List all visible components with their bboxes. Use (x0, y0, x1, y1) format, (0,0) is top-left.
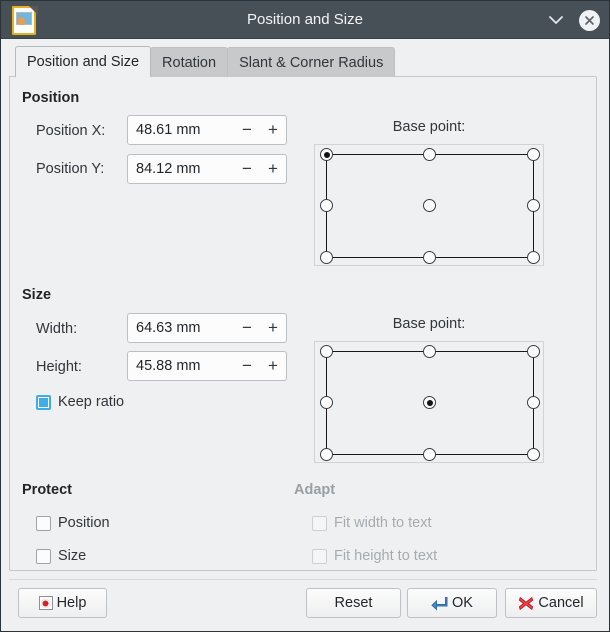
adapt-group-label: Adapt (294, 482, 336, 498)
position-y-input[interactable] (128, 161, 234, 177)
libreoffice-draw-document-icon (12, 5, 38, 35)
keep-ratio-checkbox-box (36, 394, 51, 410)
tab-position-and-size[interactable]: Position and Size (15, 46, 152, 77)
base-point-top-center[interactable] (423, 148, 436, 161)
fit-width-to-text-label: Fit width to text (334, 515, 432, 531)
ok-button[interactable]: OK (407, 588, 497, 618)
help-lifebuoy-icon (38, 596, 53, 610)
fit-height-to-text-checkbox-box (312, 548, 327, 564)
position-group-label: Position (22, 90, 80, 106)
fit-width-to-text-checkbox: Fit width to text (312, 515, 432, 531)
size-base-point-label: Base point: (392, 316, 466, 332)
position-y-label: Position Y: (36, 161, 105, 177)
titlebar-divider (1, 38, 609, 39)
position-base-point-label: Base point: (392, 119, 466, 135)
size-base-point-bottom-center[interactable] (423, 448, 436, 461)
cancel-button[interactable]: Cancel (505, 588, 597, 618)
position-and-size-panel: Position Position X: − + Position Y: − +… (9, 76, 597, 571)
position-x-decrement-button[interactable]: − (234, 116, 260, 144)
size-base-point-middle-left[interactable] (320, 396, 333, 409)
base-point-bottom-right[interactable] (527, 251, 540, 264)
tab-slant-and-corner-radius[interactable]: Slant & Corner Radius (227, 47, 396, 77)
base-point-bottom-center[interactable] (423, 251, 436, 264)
width-input[interactable] (128, 320, 234, 336)
position-y-decrement-button[interactable]: − (234, 155, 260, 183)
base-point-middle-right[interactable] (527, 199, 540, 212)
size-base-point-bottom-left[interactable] (320, 448, 333, 461)
size-base-point-center[interactable] (423, 396, 436, 409)
height-decrement-button[interactable]: − (234, 352, 260, 380)
base-point-bottom-left[interactable] (320, 251, 333, 264)
width-spinbox[interactable]: − + (127, 313, 287, 343)
chevron-down-icon[interactable] (544, 8, 568, 32)
width-decrement-button[interactable]: − (234, 314, 260, 342)
height-input[interactable] (128, 358, 234, 374)
position-x-spinbox[interactable]: − + (127, 115, 287, 145)
width-label: Width: (36, 321, 78, 337)
width-increment-button[interactable]: + (260, 314, 286, 342)
fit-height-to-text-checkbox: Fit height to text (312, 548, 437, 564)
protect-position-label: Position (58, 515, 110, 531)
keep-ratio-checkbox[interactable]: Keep ratio (36, 394, 124, 410)
size-base-point-selector[interactable] (314, 341, 544, 463)
height-label: Height: (36, 359, 82, 375)
tab-bar: Position and Size Rotation Slant & Corne… (15, 46, 396, 77)
size-base-point-top-left[interactable] (320, 345, 333, 358)
help-button-label: Help (56, 595, 87, 611)
reset-button-label: Reset (334, 595, 373, 611)
tab-rotation[interactable]: Rotation (150, 47, 229, 77)
button-row-divider (9, 579, 597, 580)
enter-arrow-icon (431, 596, 448, 611)
position-y-spinbox[interactable]: − + (127, 154, 287, 184)
reset-button[interactable]: Reset (306, 588, 401, 618)
base-point-top-left[interactable] (320, 148, 333, 161)
ok-button-label: OK (452, 595, 473, 611)
height-spinbox[interactable]: − + (127, 351, 287, 381)
base-point-middle-left[interactable] (320, 199, 333, 212)
protect-position-checkbox-box (36, 515, 51, 531)
position-x-label: Position X: (36, 123, 106, 139)
position-y-increment-button[interactable]: + (260, 155, 286, 183)
protect-position-checkbox[interactable]: Position (36, 515, 110, 531)
position-x-input[interactable] (128, 122, 234, 138)
window-titlebar[interactable]: Position and Size (1, 1, 609, 39)
help-button[interactable]: Help (18, 588, 107, 618)
position-x-increment-button[interactable]: + (260, 116, 286, 144)
protect-group-label: Protect (22, 482, 72, 498)
size-base-point-bottom-right[interactable] (527, 448, 540, 461)
base-point-top-right[interactable] (527, 148, 540, 161)
size-base-point-middle-right[interactable] (527, 396, 540, 409)
size-base-point-top-center[interactable] (423, 345, 436, 358)
size-group-label: Size (22, 287, 52, 303)
window-title: Position and Size (247, 11, 363, 28)
protect-size-checkbox-box (36, 548, 51, 564)
cross-x-icon (519, 596, 534, 610)
keep-ratio-label: Keep ratio (58, 394, 125, 410)
position-base-point-selector[interactable] (314, 144, 544, 266)
cancel-button-label: Cancel (538, 595, 584, 611)
size-base-point-top-right[interactable] (527, 345, 540, 358)
protect-size-checkbox[interactable]: Size (36, 548, 86, 564)
window-controls (544, 1, 601, 39)
protect-size-label: Size (58, 548, 87, 564)
fit-width-to-text-checkbox-box (312, 515, 327, 531)
height-increment-button[interactable]: + (260, 352, 286, 380)
fit-height-to-text-label: Fit height to text (334, 548, 438, 564)
base-point-center[interactable] (423, 199, 436, 212)
close-icon[interactable] (577, 8, 601, 32)
